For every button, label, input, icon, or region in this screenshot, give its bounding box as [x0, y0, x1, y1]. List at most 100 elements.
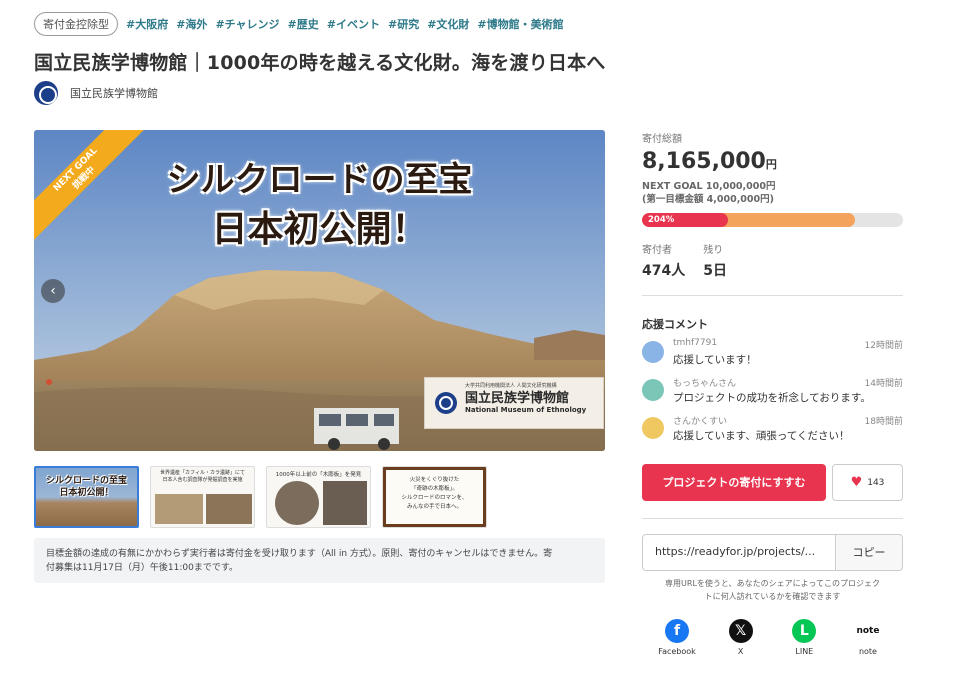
tag-challenge[interactable]: #チャレンジ: [215, 16, 279, 32]
thumbnail-4-line3: シルクロードのロマンを、: [401, 495, 468, 501]
tax-deduction-badge[interactable]: 寄付金控除型: [34, 12, 118, 36]
comment-item[interactable]: tmhf7791 12時間前 応援しています！: [642, 338, 903, 376]
comment-item[interactable]: もっちゃんさん 14時間前 プロジェクトの成功を祈念しております。: [642, 376, 903, 414]
wood-carving-photo: [323, 481, 367, 525]
supporters-stat: 寄付者 474人: [642, 241, 685, 280]
comment-time: 12時間前: [864, 341, 903, 351]
funding-panel: 寄付総額 8,165,000円 NEXT GOAL 10,000,000円 (第…: [642, 130, 903, 656]
project-owner[interactable]: 国立民族学博物館: [34, 81, 158, 105]
progress-percent: 204%: [648, 215, 675, 225]
thumbnail-2[interactable]: 世界遺産「カフィル・カラ遺跡」にて 日本人含む調査隊が発掘調査を実施: [150, 466, 255, 528]
comment-time: 18時間前: [864, 417, 903, 427]
comment-item[interactable]: さんかくすい 18時間前 応援しています、頑張ってください！: [642, 414, 903, 452]
thumbnail-3-line1: 1000年以上前の「木彫板」を発見: [275, 472, 362, 478]
stats-row: 寄付者 474人 残り 5日: [642, 241, 903, 280]
total-amount: 8,165,000円: [642, 149, 903, 174]
excavation-photo: [155, 494, 203, 524]
thumbnail-4-line1: 火災をくぐり抜けた: [409, 477, 460, 483]
tag-osaka[interactable]: #大阪府: [126, 16, 168, 32]
thumbnail-strip: シルクロードの至宝 日本初公開！ 世界遺産「カフィル・カラ遺跡」にて 日本人含む…: [34, 466, 487, 528]
museum-name-en: National Museum of Ethnology: [465, 406, 587, 414]
share-facebook[interactable]: f Facebook: [652, 619, 702, 656]
thumbnail-4-line4: みんなの手で日本へ。: [406, 504, 462, 510]
like-button[interactable]: ♥ 143: [832, 464, 903, 501]
share-note-label: note: [858, 647, 877, 656]
museum-name-jp: 国立民族学博物館: [465, 391, 570, 406]
share-line[interactable]: L LINE: [779, 619, 829, 656]
divider: [642, 295, 903, 296]
x-icon: 𝕏: [728, 619, 753, 643]
share-url-field[interactable]: https://readyfor.jp/projects/...: [642, 534, 836, 571]
share-note-line1: 専用URLを使うと、あなたのシェアによってこのプロジェク: [665, 579, 880, 588]
supporters-label: 寄付者: [642, 245, 672, 256]
remaining-label: 残り: [703, 245, 724, 256]
tag-event[interactable]: #イベント: [327, 16, 380, 32]
cta-row: プロジェクトの寄付にすすむ ♥ 143: [642, 464, 903, 501]
thumbnail-3[interactable]: 1000年以上前の「木彫板」を発見: [266, 466, 371, 528]
all-in-notice: 目標金額の達成の有無にかかわらず実行者は寄付金を受け取ります（All in 方式…: [34, 538, 605, 583]
line-icon: L: [792, 619, 817, 643]
comment-text: プロジェクトの成功を祈念しております。: [673, 392, 871, 404]
hero-headline-line1: シルクロードの至宝: [166, 160, 473, 200]
carousel-prev-button[interactable]: ‹: [41, 279, 65, 303]
comment-author: tmhf7791: [673, 338, 718, 348]
share-facebook-label: Facebook: [658, 647, 696, 656]
thumbnail-1[interactable]: シルクロードの至宝 日本初公開！: [34, 466, 139, 528]
museum-sub-label: 大学共同利用機関法人 人間文化研究機構: [465, 383, 557, 389]
comment-list: tmhf7791 12時間前 応援しています！ もっちゃんさん 14時間前 プロ…: [642, 338, 903, 452]
owner-logo-icon: [34, 81, 58, 105]
user-avatar-icon: [642, 417, 664, 439]
share-url-row: https://readyfor.jp/projects/... コピー: [642, 534, 903, 571]
comment-time: 14時間前: [864, 379, 903, 389]
hero-carousel[interactable]: NEXT GOAL 挑戦中 シルクロードの至宝 日本初公開！ 大学共同利用機関法…: [34, 130, 605, 451]
first-goal: (第一目標金額 4,000,000円): [642, 194, 774, 205]
notice-line1: 目標金額の達成の有無にかかわらず実行者は寄付金を受け取ります（All in 方式…: [46, 549, 553, 559]
thumbnail-2-line2: 日本人含む調査隊が発掘調査を実施: [162, 477, 243, 483]
like-count: 143: [867, 477, 885, 488]
wood-panel-photo: [275, 481, 319, 525]
tag-history[interactable]: #歴史: [288, 16, 319, 32]
share-note: 専用URLを使うと、あなたのシェアによってこのプロジェク トに何人訪れているかを…: [642, 577, 903, 603]
tag-cultural-property[interactable]: #文化財: [427, 16, 469, 32]
thumbnail-1-line2: 日本初公開！: [59, 488, 114, 498]
user-avatar-icon: [642, 379, 664, 401]
note-icon: note: [855, 619, 880, 643]
owner-name[interactable]: 国立民族学博物館: [70, 85, 158, 101]
thumbnail-2-line1: 世界遺産「カフィル・カラ遺跡」にて: [160, 470, 245, 476]
share-note-line2: トに何人訪れているかを確認できます: [704, 592, 841, 601]
page-title: 国立民族学博物館｜1000年の時を越える文化財。海を渡り日本へ: [34, 52, 606, 74]
museum-logo-panel: 大学共同利用機関法人 人間文化研究機構 国立民族学博物館 National Mu…: [424, 377, 604, 429]
tag-research[interactable]: #研究: [388, 16, 419, 32]
divider: [642, 518, 903, 519]
total-amount-value: 8,165,000: [642, 149, 766, 174]
total-label: 寄付総額: [642, 134, 682, 145]
social-share-row: f Facebook 𝕏 X L LINE note note: [642, 619, 903, 656]
comment-author: さんかくすい: [673, 417, 728, 427]
tag-museum[interactable]: #博物館・美術館: [477, 16, 563, 32]
user-avatar-icon: [642, 341, 664, 363]
total-amount-unit: 円: [765, 158, 777, 171]
share-x-label: X: [737, 647, 744, 656]
comment-author: もっちゃんさん: [673, 379, 737, 389]
remaining-days: 5日: [703, 263, 727, 279]
thumbnail-4[interactable]: 火災をくぐり抜けた 「奇跡の木彫板」。 シルクロードのロマンを、 みんなの手で日…: [382, 466, 487, 528]
artifact-photo: [206, 494, 252, 524]
share-x[interactable]: 𝕏 X: [716, 619, 766, 656]
share-line-label: LINE: [795, 647, 814, 656]
hero-headline-line2: 日本初公開！: [211, 208, 428, 250]
tag-overseas[interactable]: #海外: [176, 16, 207, 32]
tag-list: 寄付金控除型 #大阪府 #海外 #チャレンジ #歴史 #イベント #研究 #文化…: [34, 12, 564, 36]
museum-seal-icon: [435, 392, 457, 414]
facebook-icon: f: [665, 619, 689, 643]
progress-bar: 204%: [642, 213, 903, 227]
donate-button[interactable]: プロジェクトの寄付にすすむ: [642, 464, 826, 501]
comment-text: 応援しています！: [673, 354, 757, 366]
thumbnail-4-line2: 「奇跡の木彫板」。: [411, 486, 458, 492]
heart-icon: ♥: [850, 475, 863, 490]
comments-title: 応援コメント: [642, 318, 708, 331]
copy-button[interactable]: コピー: [836, 534, 903, 571]
share-note[interactable]: note note: [843, 619, 893, 656]
comment-text: 応援しています、頑張ってください！: [673, 430, 850, 442]
next-goal: NEXT GOAL 10,000,000円: [642, 181, 776, 192]
notice-line2: 付募集は11月17日（月）午後11:00までです。: [46, 563, 238, 573]
